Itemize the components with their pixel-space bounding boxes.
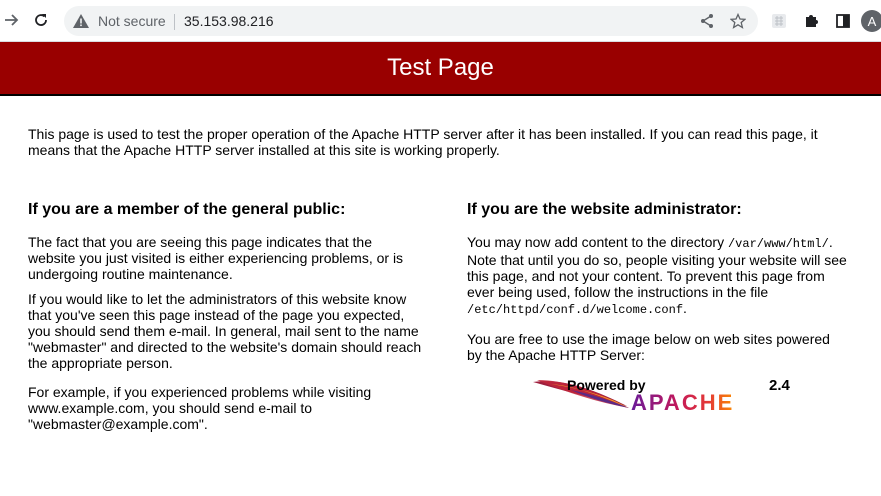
reload-icon[interactable] xyxy=(30,9,52,31)
page-title: Test Page xyxy=(387,54,494,81)
separator xyxy=(174,14,175,30)
url-text[interactable]: 35.153.98.216 xyxy=(184,13,274,29)
browser-toolbar: Not secure 35.153.98.216 A xyxy=(0,0,881,42)
powered-by-apache-logo: Powered by 2.4 APACHE xyxy=(533,377,791,414)
public-paragraph-3: For example, if you experienced problems… xyxy=(28,384,372,432)
admin-text-a: You may now add content to the directory xyxy=(467,234,728,250)
admin-section: If you are the website administrator: Yo… xyxy=(467,201,847,363)
version-text: 2.4 xyxy=(769,377,791,394)
back-icon[interactable] xyxy=(0,9,22,31)
admin-heading: If you are the website administrator: xyxy=(467,201,742,218)
apache-brand-text: APACHE xyxy=(631,390,734,414)
side-panel-icon[interactable] xyxy=(832,10,854,32)
content-directory-path: /var/www/html/ xyxy=(727,237,829,251)
intro-text: This page is used to test the proper ope… xyxy=(28,126,818,158)
welcome-conf-path: /etc/httpd/conf.d/welcome.conf xyxy=(467,303,684,317)
share-icon[interactable] xyxy=(697,11,717,31)
warning-icon[interactable] xyxy=(72,12,90,30)
page-header: Test Page xyxy=(0,42,881,96)
intro-section: This page is used to test the proper ope… xyxy=(28,126,848,158)
public-section: If you are a member of the general publi… xyxy=(28,201,423,432)
bookmark-star-icon[interactable] xyxy=(728,11,748,31)
extension-grid-icon[interactable] xyxy=(768,10,790,32)
admin-text-c: . xyxy=(683,300,687,316)
avatar[interactable]: A xyxy=(861,10,881,32)
public-paragraph-2: If you would like to let the administrat… xyxy=(28,291,422,371)
admin-paragraph-1: You may now add content to the directory… xyxy=(467,234,847,318)
public-paragraph-1: The fact that you are seeing this page i… xyxy=(28,234,404,282)
public-heading: If you are a member of the general publi… xyxy=(28,201,346,218)
security-label[interactable]: Not secure xyxy=(98,13,166,29)
puzzle-icon[interactable] xyxy=(800,10,822,32)
address-bar[interactable]: Not secure 35.153.98.216 xyxy=(64,6,758,36)
admin-paragraph-2: You are free to use the image below on w… xyxy=(467,331,830,363)
